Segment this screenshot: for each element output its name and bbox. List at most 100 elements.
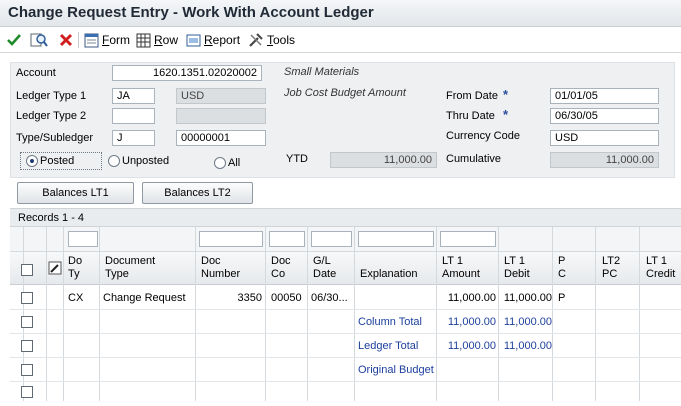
row-checkbox[interactable]: [21, 364, 33, 376]
table-row-empty: [10, 382, 681, 406]
row-grid-icon: [136, 33, 151, 47]
find-button[interactable]: [30, 31, 48, 49]
filter-explanation[interactable]: [358, 231, 434, 247]
table-row[interactable]: Original Budget: [10, 358, 681, 382]
ok-button[interactable]: [6, 31, 22, 49]
col-header-line2: Co: [271, 268, 286, 280]
filter-doc-number[interactable]: [199, 231, 263, 247]
close-button[interactable]: [58, 31, 74, 49]
col-header-explanation[interactable]: Explanation: [360, 268, 418, 281]
form-icon: [84, 33, 99, 47]
currency-code-field[interactable]: USD: [550, 130, 659, 146]
ledger-type1-currency: USD: [176, 88, 266, 104]
posted-radio[interactable]: Posted: [26, 155, 74, 167]
account-field[interactable]: 1620.1351.02020002: [112, 65, 262, 81]
table-row[interactable]: Ledger Total 11,000.00 11,000.00: [10, 334, 681, 358]
account-label: Account: [16, 67, 56, 79]
cell-explanation: Column Total: [358, 316, 422, 328]
cell-doc-number: 3350: [237, 292, 262, 304]
title-bar: Change Request Entry - Work With Account…: [0, 0, 681, 27]
col-header-line2: Type: [105, 268, 129, 280]
ledger-type2-label: Ledger Type 2: [16, 110, 87, 122]
all-radio[interactable]: All: [214, 157, 240, 169]
cell-lt1-amount: 11,000.00: [447, 292, 496, 304]
from-date-field[interactable]: 01/01/05: [550, 88, 659, 104]
cell-lt1-amount: 11,000.00: [447, 316, 496, 328]
row-menu-label: Row: [154, 33, 179, 47]
cell-lt1-debit: 11,000.00: [503, 340, 552, 352]
records-count: Records 1 - 4: [18, 212, 85, 224]
ledger-type2-description: [176, 108, 266, 124]
row-menu[interactable]: Row: [136, 31, 178, 49]
col-header-lt2-pc[interactable]: LT2 PC: [602, 255, 620, 281]
balances-lt1-button[interactable]: Balances LT1: [17, 182, 134, 204]
toolbar: Form Row Report Tools: [0, 27, 681, 53]
subledger-type-field[interactable]: J: [112, 130, 155, 146]
radio-unselected-icon: [214, 157, 226, 169]
row-checkbox[interactable]: [21, 340, 33, 352]
tools-menu-label: Tools: [267, 33, 296, 47]
cell-pc: P: [558, 292, 566, 304]
col-header-lt1-amount[interactable]: LT 1 Amount: [442, 255, 480, 281]
col-header-lt1-debit[interactable]: LT 1 Debit: [504, 255, 530, 281]
unposted-radio-label: Unposted: [122, 155, 170, 167]
col-header-do-ty[interactable]: Do Ty: [68, 255, 82, 281]
balances-lt2-button[interactable]: Balances LT2: [142, 182, 253, 204]
tools-menu[interactable]: Tools: [248, 31, 295, 49]
table-row[interactable]: CX Change Request 3350 00050 06/30... 11…: [10, 286, 681, 310]
radio-unselected-icon: [108, 155, 120, 167]
cell-doc-type: Change Request: [103, 292, 186, 304]
col-header-doc-co[interactable]: Doc Co: [271, 255, 291, 281]
form-menu-label: Form: [102, 33, 131, 47]
col-header-line2: Number: [201, 268, 241, 280]
col-header-lt1-credit[interactable]: LT 1 Credit: [646, 255, 675, 281]
ledger-type1-field[interactable]: JA: [112, 88, 155, 104]
tools-icon: [249, 33, 263, 47]
report-menu-label: Report: [204, 33, 241, 47]
col-header-line1: Doc: [271, 255, 291, 267]
row-checkbox[interactable]: [21, 316, 33, 328]
table-row[interactable]: Column Total 11,000.00 11,000.00: [10, 310, 681, 334]
cell-explanation: Ledger Total: [358, 340, 419, 352]
cell-lt1-debit: 11,000.00: [503, 292, 552, 304]
col-header-line1: Document: [105, 255, 156, 267]
account-description: Small Materials: [284, 66, 360, 78]
col-header-line2: Credit: [646, 268, 676, 280]
filter-gl-date[interactable]: [311, 231, 352, 247]
thru-date-field[interactable]: 06/30/05: [550, 108, 659, 124]
cumulative-label: Cumulative: [446, 153, 502, 165]
subledger-field[interactable]: 00000001: [176, 130, 266, 146]
col-header-doc-number[interactable]: Doc Number: [201, 255, 240, 281]
ledger-type1-label: Ledger Type 1: [16, 90, 87, 102]
ytd-label: YTD: [286, 153, 308, 165]
filter-do-ty[interactable]: [68, 231, 98, 247]
form-menu[interactable]: Form: [84, 31, 130, 49]
row-checkbox[interactable]: [21, 292, 33, 304]
unposted-radio[interactable]: Unposted: [108, 155, 169, 167]
ledger-grid: Do Ty Document Type Doc Number Doc Co G/L Dat…: [10, 227, 681, 401]
col-header-gl-date[interactable]: G/L Date: [313, 255, 336, 281]
select-all-checkbox[interactable]: [21, 264, 33, 276]
toolbar-separator: [78, 32, 79, 48]
col-header-line1: LT 1: [646, 255, 667, 267]
ledger-type2-field[interactable]: [112, 108, 155, 124]
col-header-line1: G/L: [313, 255, 331, 267]
cell-gl-date: 06/30...: [311, 292, 348, 304]
cell-explanation: Original Budget: [358, 364, 434, 376]
col-header-document-type[interactable]: Document Type: [105, 255, 155, 281]
report-icon: [186, 34, 201, 46]
row-checkbox[interactable]: [21, 386, 33, 398]
type-subledger-label: Type/Subledger: [16, 132, 94, 144]
from-date-label: From Date: [446, 90, 498, 102]
filter-lt1-amount[interactable]: [440, 231, 496, 247]
cell-do-ty: CX: [68, 292, 84, 304]
col-header-line1: Explanation: [360, 268, 418, 280]
window-title: Change Request Entry - Work With Account…: [8, 4, 374, 21]
report-menu[interactable]: Report: [186, 31, 240, 49]
filter-doc-co[interactable]: [269, 231, 305, 247]
col-header-line1: LT 1: [442, 255, 463, 267]
col-header-line2: Ty: [68, 268, 80, 280]
col-header-line2: C: [558, 268, 566, 280]
close-x-icon: [59, 33, 73, 47]
col-header-pc[interactable]: PC: [558, 255, 566, 281]
